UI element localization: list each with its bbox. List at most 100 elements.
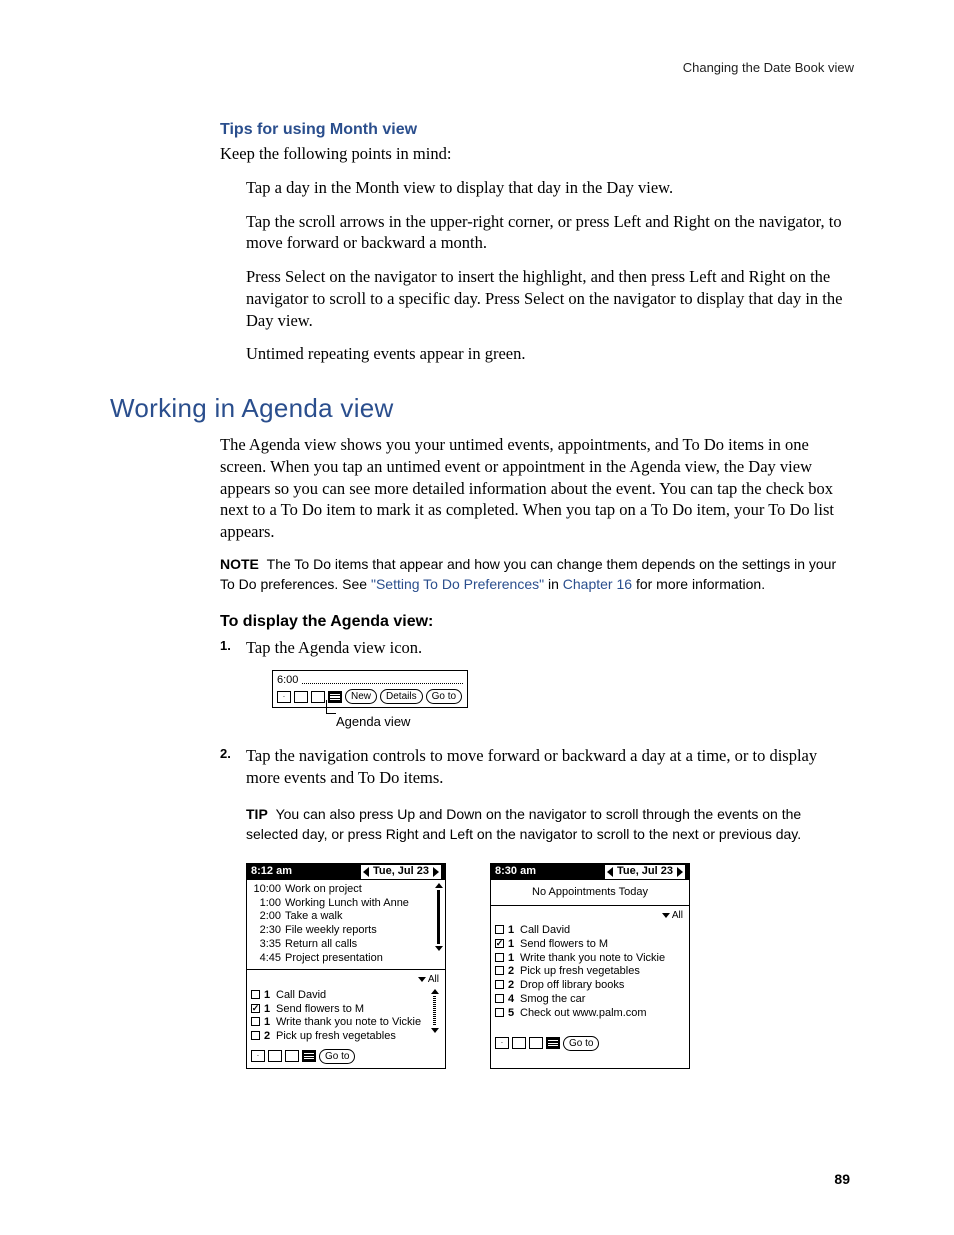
scroll-up-icon[interactable] bbox=[435, 883, 443, 888]
todo-row[interactable]: 2Drop off library books bbox=[495, 979, 685, 993]
palm-toolbar: 6:00 · New Details Go to bbox=[272, 670, 468, 708]
todo-priority: 2 bbox=[264, 1030, 272, 1044]
event-desc: Work on project bbox=[285, 883, 362, 897]
tip-item: Press Select on the navigator to insert … bbox=[246, 266, 854, 331]
todo-checkbox[interactable] bbox=[251, 1031, 260, 1040]
event-time: 2:00 bbox=[251, 910, 281, 924]
agenda-view-icon[interactable] bbox=[546, 1037, 560, 1049]
todo-checkbox[interactable] bbox=[495, 966, 504, 975]
day-view-icon[interactable]: · bbox=[277, 691, 291, 703]
prev-day-icon[interactable] bbox=[363, 867, 369, 877]
month-view-icon[interactable] bbox=[285, 1050, 299, 1062]
note-link-preferences[interactable]: "Setting To Do Preferences" bbox=[371, 576, 544, 592]
screen-b-date-nav[interactable]: Tue, Jul 23 bbox=[605, 865, 685, 879]
scrollbar-thumb[interactable] bbox=[437, 890, 440, 944]
scroll-down-icon[interactable] bbox=[431, 1028, 439, 1033]
step-text: Tap the Agenda view icon. bbox=[246, 637, 854, 659]
todo-checkbox[interactable] bbox=[251, 990, 260, 999]
todo-row[interactable]: 5Check out www.palm.com bbox=[495, 1007, 685, 1021]
screen-a-date-nav[interactable]: Tue, Jul 23 bbox=[361, 865, 441, 879]
display-heading: To display the Agenda view: bbox=[220, 613, 854, 631]
month-view-icon[interactable] bbox=[311, 691, 325, 703]
scroll-down-icon[interactable] bbox=[435, 946, 443, 951]
agenda-paragraph: The Agenda view shows you your untimed e… bbox=[220, 434, 854, 543]
scroll-up-icon[interactable] bbox=[431, 989, 439, 994]
running-header: Changing the Date Book view bbox=[110, 60, 854, 75]
week-view-icon[interactable] bbox=[268, 1050, 282, 1062]
event-desc: File weekly reports bbox=[285, 924, 377, 938]
event-desc: Return all calls bbox=[285, 938, 357, 952]
day-view-icon[interactable]: · bbox=[251, 1050, 265, 1062]
todo-desc: Pick up fresh vegetables bbox=[520, 965, 640, 979]
todo-row[interactable]: 2 Pick up fresh vegetables bbox=[251, 1030, 441, 1044]
todo-desc: Smog the car bbox=[520, 993, 585, 1007]
todo-priority: 5 bbox=[508, 1007, 516, 1021]
todo-desc: Write thank you note to Vickie bbox=[276, 1016, 421, 1030]
event-row[interactable]: 1:00Working Lunch with Anne bbox=[251, 897, 441, 911]
todo-checkbox[interactable] bbox=[495, 980, 504, 989]
event-time: 10:00 bbox=[251, 883, 281, 897]
new-button[interactable]: New bbox=[345, 689, 377, 704]
tips-intro: Keep the following points in mind: bbox=[220, 143, 854, 165]
todo-checkbox[interactable] bbox=[251, 1004, 260, 1013]
todo-desc: Call David bbox=[276, 989, 326, 1003]
todo-priority: 2 bbox=[508, 965, 516, 979]
todo-checkbox[interactable] bbox=[495, 953, 504, 962]
todo-row[interactable]: 1Call David bbox=[495, 924, 685, 938]
todo-desc: Call David bbox=[520, 924, 570, 938]
todo-checkbox[interactable] bbox=[495, 925, 504, 934]
todo-row[interactable]: 1Call David bbox=[251, 989, 441, 1003]
scrollbar-thumb[interactable] bbox=[433, 996, 436, 1026]
agenda-view-icon[interactable] bbox=[328, 691, 342, 703]
screen-b-time: 8:30 am bbox=[495, 865, 536, 879]
page-number: 89 bbox=[834, 1171, 850, 1187]
todo-priority: 1 bbox=[508, 952, 516, 966]
todo-row[interactable]: 2 Pick up fresh vegetables bbox=[495, 965, 685, 979]
todo-checkbox[interactable] bbox=[495, 994, 504, 1003]
week-view-icon[interactable] bbox=[512, 1037, 526, 1049]
note-text-after: for more information. bbox=[632, 576, 765, 592]
screen-a-date: Tue, Jul 23 bbox=[373, 865, 429, 879]
category-filter[interactable]: All bbox=[495, 910, 685, 923]
goto-button[interactable]: Go to bbox=[563, 1036, 599, 1051]
tip-item: Tap the scroll arrows in the upper-right… bbox=[246, 211, 854, 255]
event-time: 3:35 bbox=[251, 938, 281, 952]
agenda-view-icon[interactable] bbox=[302, 1050, 316, 1062]
week-view-icon[interactable] bbox=[294, 691, 308, 703]
goto-button[interactable]: Go to bbox=[319, 1049, 355, 1064]
category-filter[interactable]: All bbox=[251, 974, 441, 987]
todo-priority: 1 bbox=[508, 938, 516, 952]
note-label: NOTE bbox=[220, 556, 259, 572]
todo-row[interactable]: 4Smog the car bbox=[495, 993, 685, 1007]
figure-toolbar: 6:00 · New Details Go to bbox=[272, 670, 854, 729]
prev-day-icon[interactable] bbox=[607, 867, 613, 877]
todo-checkbox[interactable] bbox=[495, 1008, 504, 1017]
event-row[interactable]: 2:30File weekly reports bbox=[251, 924, 441, 938]
toolbar-dotline bbox=[302, 677, 463, 684]
next-day-icon[interactable] bbox=[677, 867, 683, 877]
page: Changing the Date Book view Tips for usi… bbox=[0, 0, 954, 1235]
toolbar-time: 6:00 bbox=[277, 674, 298, 686]
todo-checkbox[interactable] bbox=[495, 939, 504, 948]
event-row[interactable]: 4:45Project presentation bbox=[251, 952, 441, 966]
todo-row[interactable]: 1Write thank you note to Vickie bbox=[495, 952, 685, 966]
goto-button[interactable]: Go to bbox=[426, 689, 462, 704]
todo-checkbox[interactable] bbox=[251, 1017, 260, 1026]
event-time: 4:45 bbox=[251, 952, 281, 966]
event-row[interactable]: 10:00 Work on project bbox=[251, 883, 441, 897]
event-row[interactable]: 3:35 Return all calls bbox=[251, 938, 441, 952]
note-link-chapter[interactable]: Chapter 16 bbox=[563, 576, 632, 592]
todo-row[interactable]: 1Send flowers to M bbox=[251, 1003, 441, 1017]
tip-label: TIP bbox=[246, 806, 268, 822]
todo-row[interactable]: 1Send flowers to M bbox=[495, 938, 685, 952]
note-text-mid: in bbox=[544, 576, 563, 592]
todo-desc: Pick up fresh vegetables bbox=[276, 1030, 396, 1044]
todo-desc: Drop off library books bbox=[520, 979, 624, 993]
event-row[interactable]: 2:00Take a walk bbox=[251, 910, 441, 924]
note-block: NOTE The To Do items that appear and how… bbox=[220, 555, 854, 595]
next-day-icon[interactable] bbox=[433, 867, 439, 877]
todo-row[interactable]: 1Write thank you note to Vickie bbox=[251, 1016, 441, 1030]
day-view-icon[interactable]: · bbox=[495, 1037, 509, 1049]
details-button[interactable]: Details bbox=[380, 689, 423, 704]
month-view-icon[interactable] bbox=[529, 1037, 543, 1049]
